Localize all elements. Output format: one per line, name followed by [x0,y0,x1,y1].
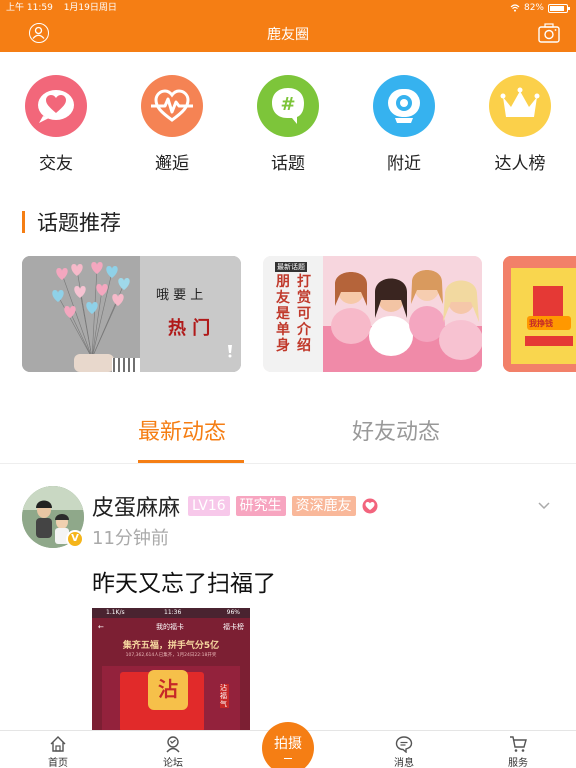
shoot-button[interactable]: 拍摄 [262,722,314,768]
topic-card-money-text: 我挣钱 [529,319,553,328]
bottom-tab-forum[interactable]: 论坛 [143,735,203,768]
quick-label-dating: 交友 [39,154,73,174]
image-right: 福卡榜 [223,623,244,631]
image-status-bar: 1.1K/s 11:36 96% [92,608,250,618]
bottom-tab-service[interactable]: 服务 [488,735,548,768]
chevron-down-icon[interactable] [538,502,550,510]
image-status-battery: 96% [226,609,240,616]
role-badge: 研究生 [235,496,286,516]
image-back-icon: ← [98,623,104,631]
image-card-char: 沾 [148,670,188,710]
battery-icon [548,3,570,13]
quick-item-ranking[interactable]: 达人榜 [470,70,570,174]
image-headline: 集齐五福，拼手气分5亿 [122,641,220,651]
tab-latest[interactable]: 最新动态 [138,414,226,446]
wifi-icon [510,4,520,12]
quick-item-nearby[interactable]: 附近 [354,70,454,174]
quick-label-topics: 话题 [271,154,305,174]
topic-carousel[interactable]: 哦 要 上 热 门 最新话题 打 赏 可 介 绍 朋 友 是 单 身 我挣钱 [0,256,576,372]
level-badge: LV16 [188,496,230,516]
status-bar: 上午 11:59 1月19日周日 82% [0,0,576,16]
app-screen: 上午 11:59 1月19日周日 82% 鹿友圈 交友 邂逅 # 话题 附近 达… [0,0,576,768]
post-header: 皮蛋麻麻 LV16 研究生 资深鹿友 [92,490,378,522]
feed-post[interactable]: V 皮蛋麻麻 LV16 研究生 资深鹿友 11分钟前 昨天又忘了扫福了 1.1K… [0,480,576,732]
topic-card-text-2: 热 门 [168,318,211,339]
image-side-text: 沾福气 [220,684,229,708]
topic-card-badge: 最新话题 [275,262,307,272]
heart-badge-icon [362,498,378,514]
page-title: 鹿友圈 [267,27,309,43]
image-status-time: 11:36 [164,609,182,616]
home-icon [50,736,66,752]
bottom-tab-forum-label: 论坛 [163,758,183,768]
post-image[interactable]: 1.1K/s 11:36 96% ← 我的福卡 福卡榜 集齐五福，拼手气分5亿 … [92,608,250,732]
group-photo-image [323,256,482,372]
bottom-tab-home[interactable]: 首页 [28,735,88,768]
heart-icon [25,75,87,137]
topic-card-sidebar [263,256,323,372]
status-time: 上午 11:59 [6,3,53,13]
bottom-tab-messages[interactable]: 消息 [374,735,434,768]
quick-item-dating[interactable]: 交友 [6,70,106,174]
quick-label-encounter: 邂逅 [155,154,189,174]
status-date: 1月19日周日 [63,3,117,13]
bottom-tab-service-label: 服务 [508,758,528,768]
money-card-image [503,256,576,372]
quick-entries: 交友 邂逅 # 话题 附近 达人榜 [0,70,576,180]
feed-tabs: 最新动态 好友动态 [0,400,576,464]
hashtag-icon: # [257,75,319,137]
forum-icon [166,736,180,753]
topic-card-text-1: 哦 要 上 [156,288,204,303]
topic-card-text-a: 打 赏 可 介 绍 [297,274,311,354]
cart-icon [510,736,527,752]
top-bar: 上午 11:59 1月19日周日 82% 鹿友圈 [0,0,576,52]
verified-icon: V [66,530,84,548]
crown-icon [489,75,551,137]
shoot-button-label: 拍摄 [274,736,302,752]
post-author[interactable]: 皮蛋麻麻 [92,490,180,522]
image-sub: 107,362,614人已集齐，1月24日22:18开奖 [125,653,217,658]
quick-label-nearby: 附近 [387,154,421,174]
message-icon [395,736,413,753]
section-title-text: 话题推荐 [37,211,121,235]
image-status-speed: 1.1K/s [106,609,125,616]
exclamation-icon [228,345,232,358]
section-title: 话题推荐 [22,208,121,236]
bottom-tab-home-label: 首页 [48,758,68,768]
image-nav: ← 我的福卡 福卡榜 [92,618,250,636]
quick-label-ranking: 达人榜 [494,154,546,174]
topic-card-introduce[interactable]: 最新话题 打 赏 可 介 绍 朋 友 是 单 身 [263,256,482,372]
battery-percent: 82% [523,3,544,13]
topic-card-text-b: 朋 友 是 单 身 [276,274,290,354]
svg-text:#: # [280,94,295,115]
post-time: 11分钟前 [92,528,169,549]
topic-card-money[interactable]: 我挣钱 [503,256,576,372]
image-title: 我的福卡 [156,623,184,631]
tab-active-indicator [138,460,244,463]
post-content: 昨天又忘了扫福了 [92,571,276,597]
location-icon [373,75,435,137]
tab-friends[interactable]: 好友动态 [352,414,440,446]
quick-item-encounter[interactable]: 邂逅 [122,70,222,174]
quick-item-topics[interactable]: # 话题 [238,70,338,174]
bottom-tab-messages-label: 消息 [394,758,414,768]
section-accent-bar [22,211,25,233]
shoot-button-dash [284,758,292,759]
senior-badge: 资深鹿友 [291,496,356,516]
pulse-icon [141,75,203,137]
topic-card-hot[interactable]: 哦 要 上 热 门 [22,256,241,372]
camera-icon[interactable] [538,23,560,43]
